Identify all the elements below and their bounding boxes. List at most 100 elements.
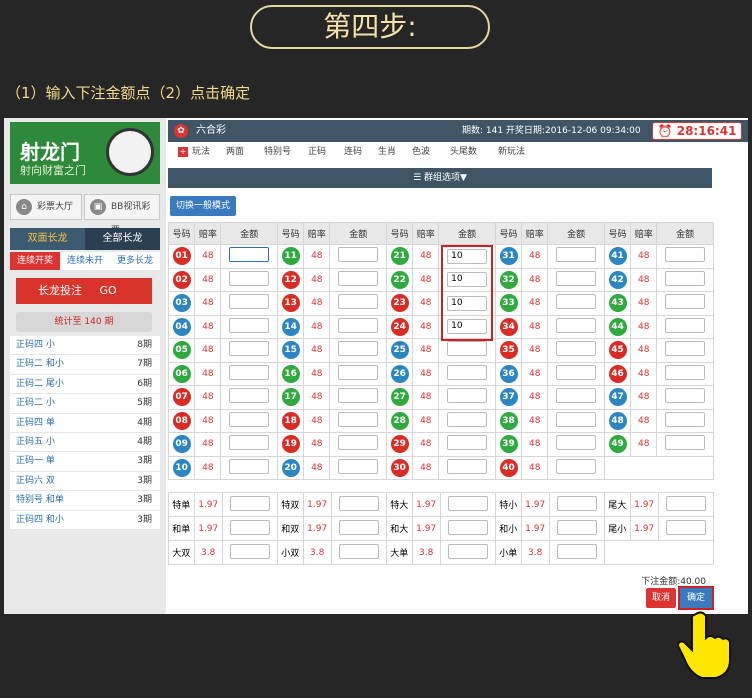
amount-input[interactable] xyxy=(338,317,379,333)
number-ball[interactable]: 37 xyxy=(499,388,518,407)
nav-item[interactable]: 连码 xyxy=(344,144,362,160)
amount-input[interactable] xyxy=(447,364,488,380)
number-ball[interactable]: 24 xyxy=(390,317,409,336)
subtab-consecutive-open[interactable]: 连续开奖 xyxy=(10,252,60,270)
list-item[interactable]: 正码六 双 3期 xyxy=(10,472,160,492)
nav-item[interactable]: 正码 xyxy=(308,144,326,160)
amount-input[interactable] xyxy=(229,364,270,380)
amount-input[interactable] xyxy=(229,294,270,310)
number-ball[interactable]: 38 xyxy=(499,411,518,430)
number-ball[interactable]: 33 xyxy=(499,294,518,313)
amount-input[interactable] xyxy=(229,411,270,427)
amount-input[interactable] xyxy=(447,543,488,559)
amount-input[interactable] xyxy=(338,247,379,263)
amount-input[interactable] xyxy=(665,294,706,310)
amount-input[interactable] xyxy=(229,435,270,451)
amount-input[interactable] xyxy=(338,270,379,286)
list-item[interactable]: 正码四 小 8期 xyxy=(10,336,160,356)
subtab-more[interactable]: 更多长龙 xyxy=(110,252,160,270)
amount-input[interactable] xyxy=(665,247,706,263)
number-ball[interactable]: 30 xyxy=(390,458,409,477)
nav-item[interactable]: 新玩法 xyxy=(498,144,525,160)
amount-input[interactable] xyxy=(229,495,270,511)
number-ball[interactable]: 11 xyxy=(281,247,300,266)
confirm-button[interactable]: 确定 xyxy=(678,586,714,610)
number-ball[interactable]: 13 xyxy=(281,294,300,313)
number-ball[interactable]: 02 xyxy=(172,270,191,289)
amount-input[interactable] xyxy=(556,495,597,511)
number-ball[interactable]: 44 xyxy=(608,317,627,336)
tab-double-sided[interactable]: 双面长龙 xyxy=(10,228,85,250)
amount-input[interactable] xyxy=(447,495,488,511)
amount-input[interactable] xyxy=(556,519,597,535)
number-ball[interactable]: 42 xyxy=(608,270,627,289)
amount-input[interactable] xyxy=(338,543,379,559)
amount-input[interactable] xyxy=(665,411,706,427)
amount-input[interactable] xyxy=(447,411,488,427)
number-ball[interactable]: 21 xyxy=(390,247,409,266)
list-item[interactable]: 特别号 和单 3期 xyxy=(10,491,160,511)
lobby-button[interactable]: ⌂ 彩票大厅 xyxy=(10,194,82,220)
list-item[interactable]: 正码二 小 5期 xyxy=(10,394,160,414)
number-ball[interactable]: 36 xyxy=(499,364,518,383)
number-ball[interactable]: 27 xyxy=(390,388,409,407)
number-ball[interactable]: 16 xyxy=(281,364,300,383)
amount-input[interactable] xyxy=(556,543,597,559)
long-dragon-bet-button[interactable]: 长龙投注 GO xyxy=(16,278,152,304)
number-ball[interactable]: 46 xyxy=(608,364,627,383)
number-ball[interactable]: 26 xyxy=(390,364,409,383)
amount-input[interactable] xyxy=(338,341,379,357)
number-ball[interactable]: 07 xyxy=(172,388,191,407)
amount-input[interactable] xyxy=(447,458,488,474)
number-ball[interactable]: 31 xyxy=(499,247,518,266)
amount-input[interactable] xyxy=(229,247,270,263)
amount-input[interactable] xyxy=(556,341,597,357)
amount-input[interactable] xyxy=(338,495,379,511)
number-ball[interactable]: 06 xyxy=(172,364,191,383)
nav-item[interactable]: 头尾数 xyxy=(450,144,477,160)
amount-input[interactable] xyxy=(229,270,270,286)
amount-input[interactable] xyxy=(229,341,270,357)
amount-input[interactable] xyxy=(447,519,488,535)
number-ball[interactable]: 03 xyxy=(172,294,191,313)
tab-all[interactable]: 全部长龙 xyxy=(85,228,160,250)
number-ball[interactable]: 28 xyxy=(390,411,409,430)
list-item[interactable]: 正码五 小 4期 xyxy=(10,433,160,453)
number-ball[interactable]: 12 xyxy=(281,270,300,289)
amount-input[interactable] xyxy=(229,388,270,404)
amount-input[interactable] xyxy=(665,317,706,333)
number-ball[interactable]: 40 xyxy=(499,458,518,477)
number-ball[interactable]: 47 xyxy=(608,388,627,407)
subtab-consecutive-closed[interactable]: 连续未开 xyxy=(60,252,110,270)
amount-input[interactable] xyxy=(665,364,706,380)
number-ball[interactable]: 17 xyxy=(281,388,300,407)
amount-input[interactable] xyxy=(556,270,597,286)
amount-input[interactable] xyxy=(665,519,706,535)
number-ball[interactable]: 29 xyxy=(390,435,409,454)
list-item[interactable]: 正码二 尾小 6期 xyxy=(10,375,160,395)
cancel-button[interactable]: 取消 xyxy=(646,588,676,608)
amount-input[interactable] xyxy=(338,364,379,380)
nav-item[interactable]: 生肖 xyxy=(378,144,396,160)
number-ball[interactable]: 25 xyxy=(390,341,409,360)
number-ball[interactable]: 10 xyxy=(172,458,191,477)
number-ball[interactable]: 35 xyxy=(499,341,518,360)
amount-input[interactable] xyxy=(665,388,706,404)
number-ball[interactable]: 45 xyxy=(608,341,627,360)
nav-item[interactable]: 色波 xyxy=(412,144,430,160)
number-ball[interactable]: 20 xyxy=(281,458,300,477)
amount-input[interactable] xyxy=(665,495,706,511)
amount-input[interactable] xyxy=(338,294,379,310)
amount-input[interactable] xyxy=(556,388,597,404)
number-ball[interactable]: 14 xyxy=(281,317,300,336)
amount-input[interactable] xyxy=(556,317,597,333)
number-ball[interactable]: 34 xyxy=(499,317,518,336)
amount-input[interactable] xyxy=(338,435,379,451)
amount-input[interactable] xyxy=(338,388,379,404)
switch-mode-button[interactable]: 切换一般模式 xyxy=(170,196,236,216)
list-item[interactable]: 正码二 和小 7期 xyxy=(10,355,160,375)
number-ball[interactable]: 19 xyxy=(281,435,300,454)
list-item[interactable]: 正码一 单 3期 xyxy=(10,452,160,472)
number-ball[interactable]: 22 xyxy=(390,270,409,289)
amount-input[interactable] xyxy=(229,519,270,535)
